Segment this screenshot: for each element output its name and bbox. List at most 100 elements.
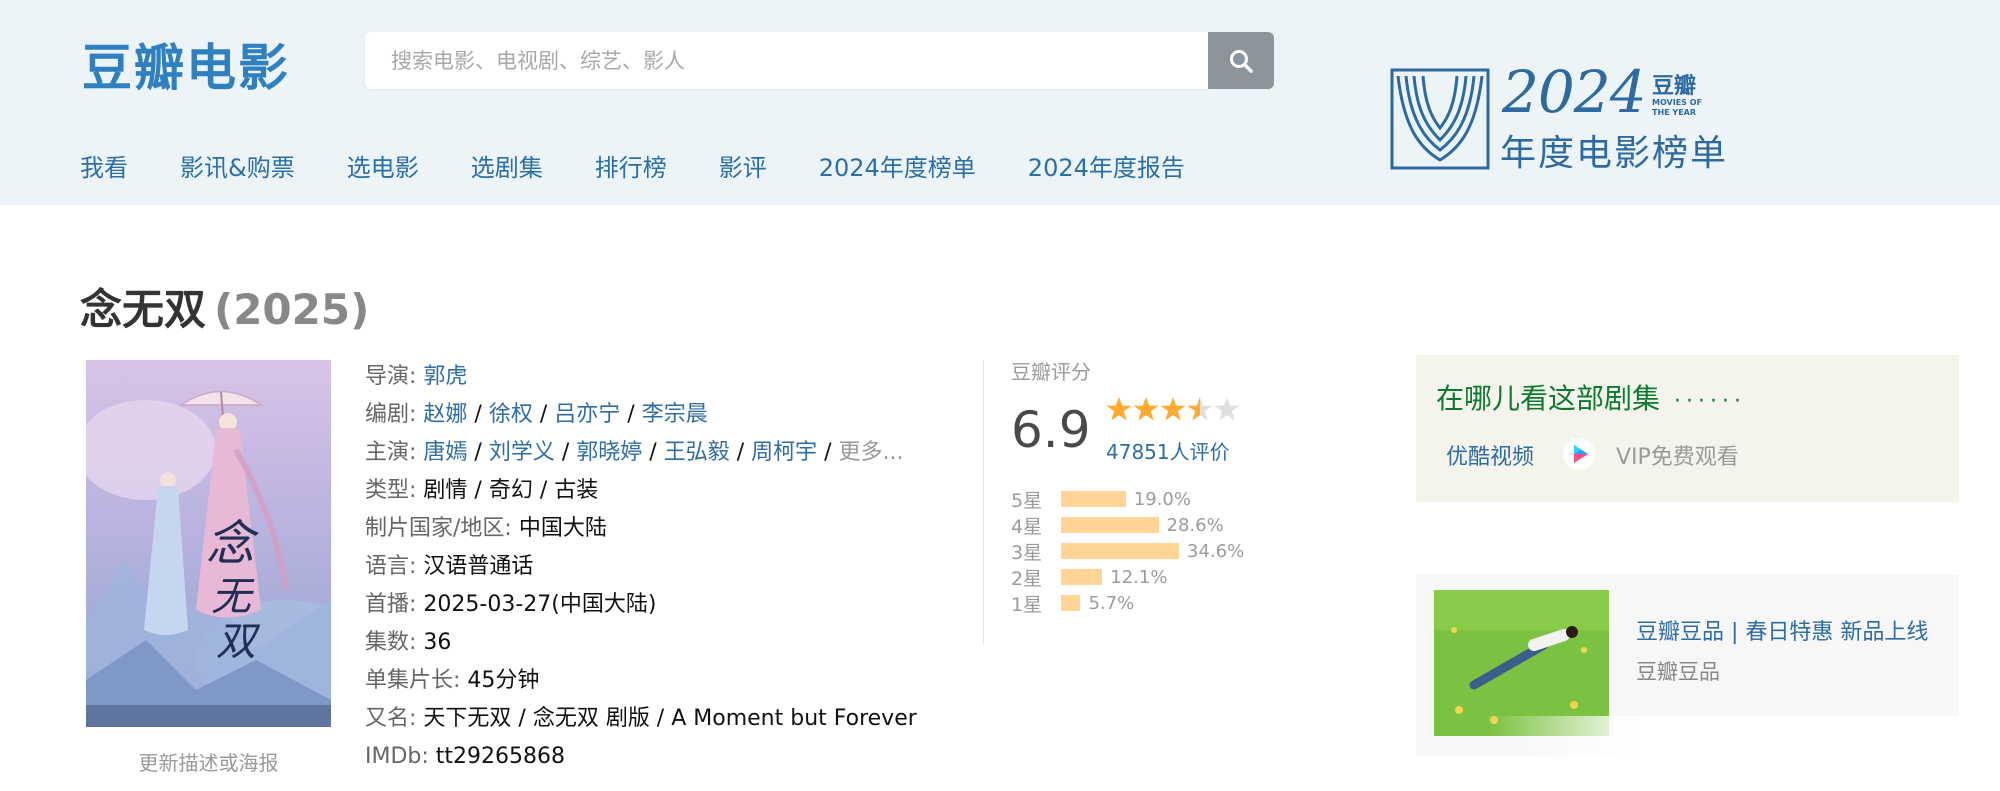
cast-link[interactable]: 王弘毅 [664,440,730,465]
update-poster-link[interactable]: 更新描述或海报 [86,747,331,776]
rating-bar-row: 2星 12.1% [1011,564,1244,590]
ad-title-link[interactable]: 豆瓣豆品 | 春日特惠 新品上线 [1636,614,1928,646]
aka-label: 又名: [365,706,417,731]
rating-bar-percent: 19.0% [1133,488,1191,510]
rating-bar-row: 3星 34.6% [1011,538,1244,564]
rating-bar-label: 2星 [1011,567,1043,590]
rating-score: 6.9 [1011,401,1091,459]
search-button[interactable] [1208,32,1274,89]
poster-image[interactable]: 念 无 双 [86,360,331,727]
writer-link[interactable]: 赵娜 [423,402,467,427]
nav-item-reviews[interactable]: 影评 [719,148,767,183]
annual-year: 2024 [1502,58,1647,126]
search-icon [1230,49,1253,73]
poster-artwork: 念 无 双 [86,360,331,727]
info-row-language: 语言: 汉语普通话 [365,548,965,586]
page-title: 念无双 (2025) [80,276,369,337]
rating-bar-fill [1061,517,1159,533]
annual-brand: 豆瓣 [1652,74,1697,99]
subject-name: 念无双 [80,285,207,334]
director-label: 导演: [365,364,417,389]
rating-distribution: 5星 19.0% 4星 28.6% 3星 34.6% 2星 12.1% 1星 5.7% [1011,486,1244,616]
search-input[interactable] [365,32,1208,89]
rating-bar-row: 4星 28.6% [1011,512,1244,538]
site-header: 豆瓣电影 我看 影讯&购票 选电影 选剧集 排行榜 影评 2024年度榜单 20… [0,0,2000,205]
nav-item-explore-movies[interactable]: 选电影 [347,148,419,183]
aka-value: 天下无双 / 念无双 剧版 / A Moment but Forever [423,706,917,731]
cast-link[interactable]: 刘学义 [489,440,555,465]
star-icon [1160,397,1186,421]
language-label: 语言: [365,554,417,579]
genre-label: 类型: [365,478,417,503]
star-icon [1106,397,1132,421]
ad-image[interactable] [1434,590,1609,736]
rating-bar-label: 3星 [1011,541,1043,564]
rating-bar-percent: 12.1% [1110,566,1168,588]
ad-source: 豆瓣豆品 [1636,660,1720,684]
country-value: 中国大陆 [518,516,607,541]
rating-bar-fill [1061,491,1126,507]
rating-bar-label: 5星 [1011,489,1043,512]
cast-link[interactable]: 唐嫣 [423,440,467,465]
info-row-premiere: 首播: 2025-03-27(中国大陆) [365,586,965,624]
cast-more-link[interactable]: 更多... [839,440,904,465]
watch-title-dots: ······ [1674,389,1746,414]
info-row-genre: 类型: 剧情 / 奇幻 / 古装 [365,472,965,510]
imdb-label: IMDb: [365,744,429,769]
nav-item-annual-list[interactable]: 2024年度榜单 [819,148,976,183]
cast-link[interactable]: 郭晓婷 [576,440,642,465]
rating-bar-fill [1061,543,1179,559]
rating-title: 豆瓣评分 [1011,360,1091,384]
imdb-value: tt29265868 [435,744,566,769]
rating-count-link[interactable]: 47851人评价 [1106,436,1230,465]
cast-link[interactable]: 周柯宇 [751,440,817,465]
ad-artwork [1434,590,1609,736]
writer-link[interactable]: 徐权 [489,402,533,427]
subject-year: (2025) [214,285,370,334]
rating-bar-label: 4星 [1011,515,1043,538]
info-row-aka: 又名: 天下无双 / 念无双 剧版 / A Moment but Forever [365,700,965,738]
info-row-writers: 编剧: 赵娜 / 徐权 / 吕亦宁 / 李宗晨 [365,402,708,427]
nav-item-tickets[interactable]: 影讯&购票 [180,148,295,183]
rating-bar-row: 1星 5.7% [1011,590,1244,616]
star-icon [1133,397,1159,421]
svg-text:双: 双 [216,619,261,665]
nav-item-annual-report[interactable]: 2024年度报告 [1028,148,1185,183]
subject-info: 导演: 郭虎 编剧: 赵娜 / 徐权 / 吕亦宁 / 李宗晨 主演: 唐嫣 / … [365,358,965,776]
rating-bar-row: 5星 19.0% [1011,486,1244,512]
runtime-label: 单集片长: [365,668,461,693]
info-row-episodes: 集数: 36 [365,624,965,662]
runtime-value: 45分钟 [467,668,540,693]
annual-tagline: MOVIES OF THE YEAR [1652,98,1702,117]
nav-item-explore-tv[interactable]: 选剧集 [471,148,543,183]
platform-youku-link[interactable]: 优酷视频 [1446,439,1534,471]
star-icon [1214,397,1240,421]
watermark-fade [1490,716,2000,766]
country-label: 制片国家/地区: [365,516,512,541]
section-divider [983,360,984,645]
vip-free-label: VIP免费观看 [1616,445,1739,470]
premiere-label: 首播: [365,592,417,617]
rating-bar-fill [1061,595,1081,611]
rating-bar-percent: 28.6% [1166,514,1224,536]
rating-bar-percent: 5.7% [1088,592,1135,614]
annual-subtitle: 年度电影榜单 [1500,133,1729,174]
writer-link[interactable]: 李宗晨 [642,402,708,427]
director-link[interactable]: 郭虎 [423,364,467,389]
nav-item-mine[interactable]: 我看 [80,148,128,183]
writer-link[interactable]: 吕亦宁 [554,402,620,427]
cast-label: 主演: [365,440,417,465]
info-row-imdb: IMDb: tt29265868 [365,738,965,776]
nav-item-charts[interactable]: 排行榜 [595,148,667,183]
youku-icon[interactable] [1562,437,1596,471]
writers-label: 编剧: [365,402,417,427]
genre-value: 剧情 / 奇幻 / 古装 [423,478,599,503]
watch-title-text: 在哪儿看这部剧集 [1436,382,1661,415]
site-logo[interactable]: 豆瓣电影 [82,28,290,100]
rating-bar-percent: 34.6% [1187,540,1245,562]
rating-stars [1106,396,1241,422]
info-row-country: 制片国家/地区: 中国大陆 [365,510,965,548]
svg-text:无: 无 [211,574,255,620]
star-icon [1187,397,1213,421]
annual-list-banner[interactable]: 2024 豆瓣 MOVIES OF THE YEAR 年度电影榜单 [1390,58,1726,176]
